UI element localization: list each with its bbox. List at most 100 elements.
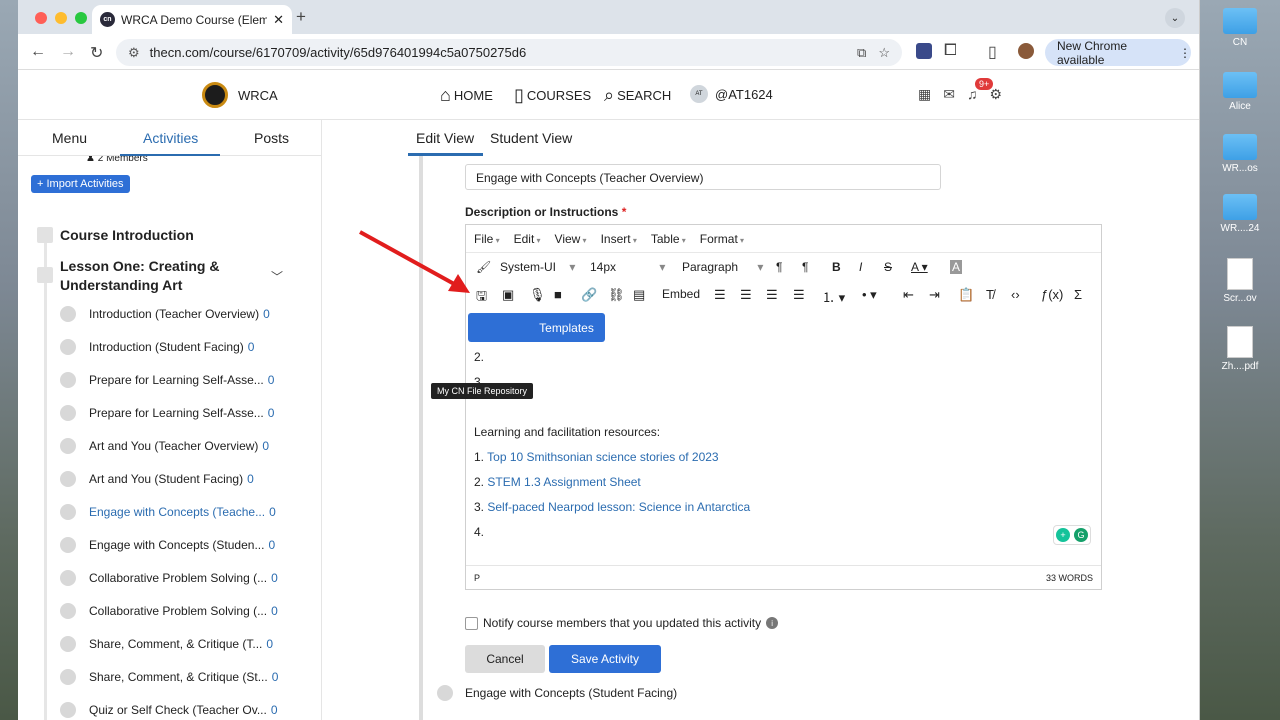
tab-menu[interactable]: Menu — [52, 130, 87, 146]
desktop-folder-wr-os[interactable]: WR...os — [1212, 134, 1268, 174]
indent-icon[interactable]: ⇥ — [929, 287, 940, 303]
sidebar-activity-item[interactable]: Introduction (Student Facing) 0 — [89, 340, 254, 354]
unlink-icon[interactable]: ⛓ — [608, 287, 625, 303]
font-family-select[interactable]: System-UI ▾ — [500, 260, 575, 274]
section-lesson-one[interactable]: Lesson One: Creating & Understanding Art — [60, 257, 230, 295]
brand-name[interactable]: WRCA — [238, 88, 278, 103]
format-painter-icon[interactable]: 🖌 — [476, 260, 491, 274]
resource-link-3[interactable]: Self-paced Nearpod lesson: Science in An… — [487, 500, 750, 514]
grammarly-widget[interactable]: + G — [1053, 525, 1091, 545]
desktop-folder-wr-24[interactable]: WR....24 — [1212, 194, 1268, 234]
align-justify-icon[interactable]: ☰ — [793, 287, 805, 303]
microphone-icon[interactable]: 🎙 — [529, 287, 546, 303]
profile-avatar[interactable] — [1018, 43, 1034, 59]
notifications-bell-icon[interactable]: ♫ 9+ — [967, 78, 994, 103]
grammarly-plus-icon[interactable]: + — [1056, 528, 1070, 542]
rtl-icon[interactable]: ¶ — [802, 260, 808, 274]
file-repository-icon[interactable]: 🖫 — [476, 287, 487, 309]
reload-icon[interactable]: ↻ — [90, 43, 103, 63]
mail-icon[interactable]: ✉ — [943, 86, 955, 103]
sidebar-activity-item[interactable]: Engage with Concepts (Teache... 0 — [89, 505, 276, 519]
tab-posts[interactable]: Posts — [254, 130, 289, 146]
menu-table[interactable]: Table — [651, 232, 686, 246]
side-panel-icon[interactable]: ▯ — [988, 42, 997, 62]
outdent-icon[interactable]: ⇤ — [903, 287, 914, 303]
tab-activities[interactable]: Activities — [143, 130, 198, 146]
menu-insert[interactable]: Insert — [601, 232, 637, 246]
sidebar-activity-item[interactable]: Share, Comment, & Critique (T... 0 — [89, 637, 273, 651]
align-left-icon[interactable]: ☰ — [714, 287, 726, 303]
close-tab-icon[interactable]: ✕ — [273, 12, 284, 28]
image-icon[interactable]: ▣ — [502, 287, 514, 303]
font-size-select[interactable]: 14px ▾ — [590, 260, 665, 274]
sidebar-activity-item[interactable]: Prepare for Learning Self-Asse... 0 — [89, 373, 274, 387]
ltr-icon[interactable]: ¶ — [776, 260, 782, 274]
desktop-folder-cn[interactable]: CN — [1212, 8, 1268, 48]
browser-tab[interactable]: cn WRCA Demo Course (Elemen ✕ — [92, 5, 292, 34]
highlight-color-icon[interactable]: A — [950, 260, 963, 274]
formula-icon[interactable]: ƒ(x) — [1041, 287, 1063, 302]
sidebar-activity-item[interactable]: Art and You (Teacher Overview) 0 — [89, 439, 269, 453]
section-course-introduction[interactable]: Course Introduction — [60, 227, 194, 243]
nav-courses[interactable]: ▯ COURSES — [514, 85, 591, 106]
desktop-folder-alice[interactable]: Alice — [1212, 72, 1268, 112]
media-icon[interactable]: ▤ — [633, 287, 645, 303]
info-icon[interactable]: i — [766, 617, 779, 629]
kebab-menu-icon[interactable]: ⋮ — [1179, 46, 1191, 60]
url-omnibox[interactable]: ⚙ thecn.com/course/6170709/activity/65d9… — [116, 39, 902, 66]
clear-formatting-icon[interactable]: T̸ — [986, 287, 994, 302]
activity-title-input[interactable]: Engage with Concepts (Teacher Overview) — [465, 164, 941, 190]
menu-edit[interactable]: Edit — [514, 232, 541, 246]
chevron-down-icon[interactable]: ﹀ — [271, 268, 283, 285]
sidebar-activity-item[interactable]: Collaborative Problem Solving (... 0 — [89, 604, 278, 618]
paste-icon[interactable]: 📋 — [958, 287, 974, 303]
templates-button[interactable]: Templates — [468, 313, 605, 342]
bookmark-star-icon[interactable]: ☆ — [878, 45, 890, 61]
sidebar-activity-item[interactable]: Prepare for Learning Self-Asse... 0 — [89, 406, 274, 420]
tab-search-icon[interactable]: ⌄ — [1165, 8, 1185, 28]
desktop-file-pdf[interactable]: Zh....pdf — [1212, 326, 1268, 372]
import-activities-button[interactable]: + Import Activities — [31, 175, 130, 193]
close-window-icon[interactable] — [35, 12, 47, 24]
menu-file[interactable]: File — [474, 232, 500, 246]
save-activity-button[interactable]: Save Activity — [549, 645, 661, 673]
video-icon[interactable]: ■ — [554, 287, 562, 302]
chrome-update-button[interactable]: New Chrome available ⋮ — [1045, 39, 1191, 67]
sidebar-activity-item[interactable]: Art and You (Student Facing) 0 — [89, 472, 254, 486]
back-icon[interactable]: ← — [30, 43, 46, 61]
nav-profile[interactable]: AT @AT1624 — [690, 85, 773, 103]
forward-icon[interactable]: → — [60, 43, 76, 61]
puzzle-extensions-icon[interactable]: ⧠ — [944, 42, 957, 60]
next-activity-item[interactable]: Engage with Concepts (Student Facing) — [465, 686, 677, 700]
grammarly-g-icon[interactable]: G — [1074, 528, 1088, 542]
text-color-icon[interactable]: A ▾ — [911, 260, 928, 274]
align-center-icon[interactable]: ☰ — [740, 287, 752, 303]
bold-icon[interactable]: B — [832, 260, 841, 274]
maximize-window-icon[interactable] — [75, 12, 87, 24]
numbered-list-icon[interactable]: ⒈ ▾ — [822, 287, 845, 306]
tab-edit-view[interactable]: Edit View — [416, 130, 474, 146]
block-format-select[interactable]: Paragraph ▾ — [682, 260, 763, 274]
embed-button[interactable]: Embed — [662, 287, 700, 301]
sigma-icon[interactable]: Σ — [1074, 287, 1082, 302]
bullet-list-icon[interactable]: • ▾ — [862, 287, 877, 303]
sidebar-activity-item[interactable]: Share, Comment, & Critique (St... 0 — [89, 670, 278, 684]
strikethrough-icon[interactable]: S — [884, 260, 892, 274]
align-right-icon[interactable]: ☰ — [766, 287, 778, 303]
nav-home[interactable]: ⌂ HOME — [440, 85, 493, 106]
sidebar-activity-item[interactable]: Collaborative Problem Solving (... 0 — [89, 571, 278, 585]
resource-link-1[interactable]: Top 10 Smithsonian science stories of 20… — [487, 450, 718, 464]
link-icon[interactable]: 🔗 — [581, 287, 597, 303]
wrca-logo[interactable] — [202, 82, 228, 108]
sidebar-activity-item[interactable]: Introduction (Teacher Overview) 0 — [89, 307, 270, 321]
extension-icon[interactable] — [916, 43, 932, 59]
italic-icon[interactable]: I — [859, 260, 862, 274]
tab-student-view[interactable]: Student View — [490, 130, 572, 146]
sidebar-activity-item[interactable]: Quiz or Self Check (Teacher Ov... 0 — [89, 703, 278, 717]
menu-view[interactable]: View — [555, 232, 587, 246]
editor-content[interactable]: 2. 3. Learning and facilitation resource… — [474, 345, 1094, 545]
menu-format[interactable]: Format — [700, 232, 744, 246]
desktop-file-screenshot[interactable]: Scr...ov — [1212, 258, 1268, 304]
site-settings-icon[interactable]: ⚙ — [128, 45, 140, 61]
sidebar-activity-item[interactable]: Engage with Concepts (Studen... 0 — [89, 538, 275, 552]
